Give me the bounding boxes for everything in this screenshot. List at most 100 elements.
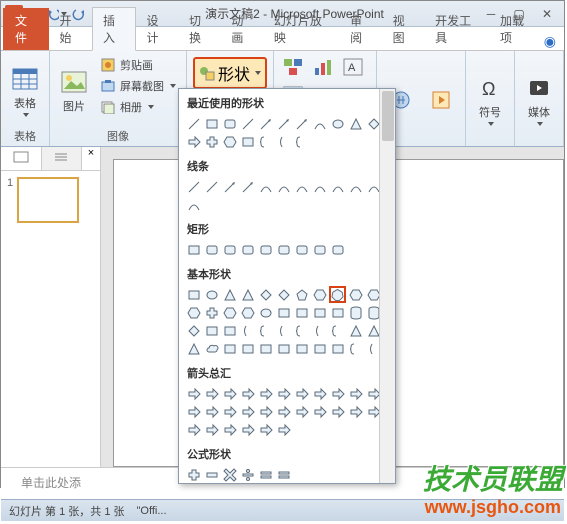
shape-item[interactable] (293, 403, 310, 420)
shape-item[interactable] (203, 241, 220, 258)
shape-item[interactable] (311, 115, 328, 132)
tab-design[interactable]: 设计 (136, 8, 178, 50)
shape-item[interactable] (185, 286, 202, 303)
smartart-button[interactable] (281, 56, 305, 78)
shape-item[interactable] (239, 322, 256, 339)
shape-item[interactable] (329, 115, 346, 132)
shape-item[interactable] (239, 178, 256, 195)
shape-item[interactable] (257, 340, 274, 357)
shape-item[interactable] (221, 421, 238, 438)
clipart-button[interactable]: 剪贴画 (96, 55, 180, 75)
shape-item[interactable] (329, 286, 346, 303)
shape-item[interactable] (293, 286, 310, 303)
dropdown-scrollbar[interactable] (379, 89, 395, 483)
shape-item[interactable] (311, 304, 328, 321)
shape-item[interactable] (221, 466, 238, 483)
shape-item[interactable] (275, 115, 292, 132)
shape-item[interactable] (185, 322, 202, 339)
shape-item[interactable] (275, 178, 292, 195)
shape-item[interactable] (221, 385, 238, 402)
shape-item[interactable] (239, 241, 256, 258)
shape-item[interactable] (221, 133, 238, 150)
shape-item[interactable] (185, 403, 202, 420)
panel-close-button[interactable]: × (82, 147, 100, 170)
shape-item[interactable] (239, 340, 256, 357)
shape-item[interactable] (239, 286, 256, 303)
slide-thumbnail[interactable]: 1 (7, 177, 94, 223)
shape-item[interactable] (185, 196, 202, 213)
shape-item[interactable] (329, 340, 346, 357)
tab-view[interactable]: 视图 (383, 8, 425, 50)
shapes-button[interactable]: 形状 (193, 57, 267, 89)
shape-item[interactable] (185, 241, 202, 258)
shape-item[interactable] (293, 340, 310, 357)
tab-animations[interactable]: 动画 (221, 8, 263, 50)
shape-item[interactable] (257, 421, 274, 438)
shape-item[interactable] (221, 286, 238, 303)
shape-item[interactable] (293, 178, 310, 195)
shape-item[interactable] (221, 115, 238, 132)
shape-item[interactable] (203, 385, 220, 402)
shape-item[interactable] (239, 115, 256, 132)
shape-item[interactable] (329, 241, 346, 258)
action-button[interactable] (423, 55, 459, 144)
shape-item[interactable] (347, 322, 364, 339)
shape-item[interactable] (185, 115, 202, 132)
shape-item[interactable] (257, 304, 274, 321)
shape-item[interactable] (221, 304, 238, 321)
shape-item[interactable] (203, 286, 220, 303)
media-button[interactable]: 媒体 (521, 55, 557, 144)
shape-item[interactable] (257, 178, 274, 195)
shape-item[interactable] (311, 322, 328, 339)
shape-item[interactable] (257, 241, 274, 258)
shape-item[interactable] (257, 115, 274, 132)
shape-item[interactable] (185, 466, 202, 483)
shape-item[interactable] (275, 133, 292, 150)
shape-item[interactable] (293, 133, 310, 150)
shape-item[interactable] (311, 241, 328, 258)
shape-item[interactable] (257, 322, 274, 339)
shape-item[interactable] (329, 385, 346, 402)
shape-item[interactable] (203, 421, 220, 438)
shape-item[interactable] (185, 304, 202, 321)
shape-item[interactable] (221, 241, 238, 258)
shape-item[interactable] (239, 385, 256, 402)
shape-item[interactable] (239, 466, 256, 483)
shape-item[interactable] (203, 403, 220, 420)
album-button[interactable]: 相册 (96, 97, 180, 117)
shape-item[interactable] (329, 304, 346, 321)
tab-transitions[interactable]: 切换 (179, 8, 221, 50)
shape-item[interactable] (275, 466, 292, 483)
chart-button[interactable] (311, 56, 335, 78)
shape-item[interactable] (239, 133, 256, 150)
shape-item[interactable] (329, 322, 346, 339)
tab-insert[interactable]: 插入 (92, 7, 136, 51)
shape-item[interactable] (221, 403, 238, 420)
shape-item[interactable] (329, 403, 346, 420)
shape-item[interactable] (239, 421, 256, 438)
shape-item[interactable] (239, 304, 256, 321)
shape-item[interactable] (347, 403, 364, 420)
shape-item[interactable] (257, 286, 274, 303)
tab-file[interactable]: 文件 (3, 8, 49, 50)
shape-item[interactable] (329, 178, 346, 195)
shape-item[interactable] (203, 115, 220, 132)
shape-item[interactable] (203, 340, 220, 357)
shape-item[interactable] (185, 421, 202, 438)
shape-item[interactable] (185, 385, 202, 402)
shape-item[interactable] (311, 286, 328, 303)
shape-item[interactable] (275, 322, 292, 339)
shape-item[interactable] (203, 178, 220, 195)
picture-button[interactable]: 图片 (56, 55, 92, 126)
shape-item[interactable] (311, 178, 328, 195)
panel-tab-outline[interactable] (42, 147, 83, 170)
shape-item[interactable] (185, 340, 202, 357)
shape-item[interactable] (203, 304, 220, 321)
shape-item[interactable] (275, 403, 292, 420)
shape-item[interactable] (311, 340, 328, 357)
shape-item[interactable] (347, 115, 364, 132)
shape-item[interactable] (221, 340, 238, 357)
shape-item[interactable] (257, 133, 274, 150)
shape-item[interactable] (257, 385, 274, 402)
shape-item[interactable] (347, 286, 364, 303)
